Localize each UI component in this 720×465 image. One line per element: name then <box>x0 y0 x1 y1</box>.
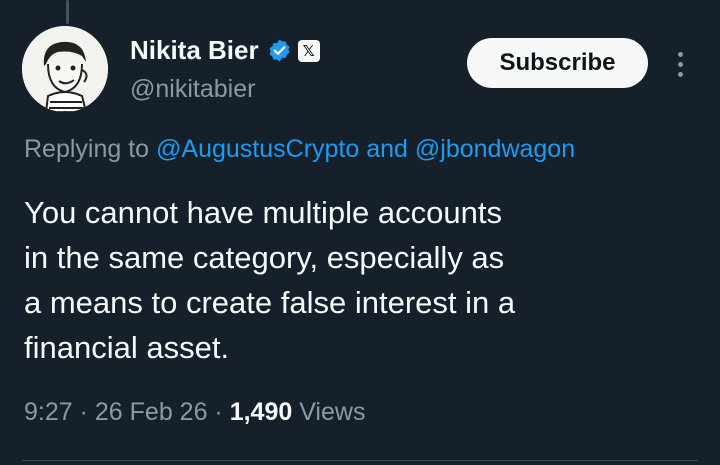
avatar-cartoon-image <box>22 26 108 112</box>
tweet-line: a means to create false interest in a <box>24 285 516 320</box>
tweet-date[interactable]: 26 Feb 26 <box>95 398 208 426</box>
tweet-line: You cannot have multiple accounts <box>24 195 502 230</box>
views-count[interactable]: 1,490 <box>230 398 293 426</box>
x-logo-icon: 𝕏 <box>297 39 320 62</box>
tweet-metadata: 9:27 · 26 Feb 26 · 1,490 Views <box>24 398 365 427</box>
author-name[interactable]: Nikita Bier <box>130 35 259 66</box>
more-options-icon[interactable] <box>668 44 692 84</box>
author-name-row[interactable]: Nikita Bier 𝕏 <box>130 35 320 66</box>
tweet-time[interactable]: 9:27 <box>24 398 73 426</box>
divider <box>22 460 698 461</box>
subscribe-button[interactable]: Subscribe <box>467 38 648 88</box>
meta-separator: · <box>207 398 230 426</box>
replying-prefix: Replying to <box>24 135 157 163</box>
avatar[interactable] <box>22 26 108 112</box>
verified-badge-icon <box>267 38 292 63</box>
replying-to-line: Replying to @AugustusCrypto and @jbondwa… <box>24 135 575 164</box>
views-label: Views <box>292 398 366 426</box>
thread-connector-line <box>66 0 69 24</box>
mention-augustuscrypto[interactable]: @AugustusCrypto <box>156 135 359 163</box>
tweet-line: financial asset. <box>24 330 230 365</box>
replying-conjunction: and <box>359 135 415 163</box>
tweet-text: You cannot have multiple accounts in the… <box>24 190 664 370</box>
author-handle[interactable]: @nikitabier <box>130 75 255 104</box>
mention-jbondwagon[interactable]: @jbondwagon <box>415 135 575 163</box>
meta-separator: · <box>72 398 95 426</box>
tweet-line: in the same category, especially as <box>24 240 505 275</box>
